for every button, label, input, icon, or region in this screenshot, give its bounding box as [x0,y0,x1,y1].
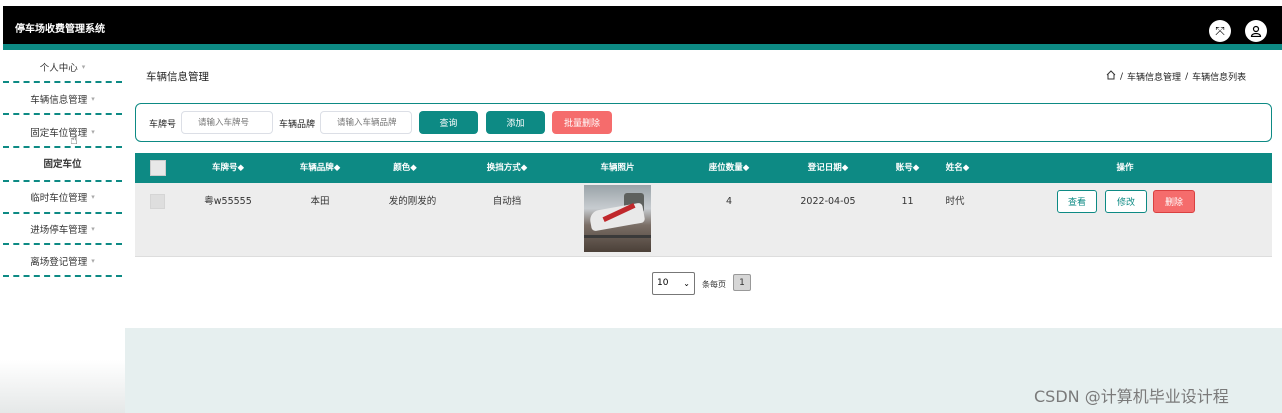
user-icon[interactable] [1245,20,1267,42]
breadcrumb: / 车辆信息管理 / 车辆信息列表 [1106,70,1246,83]
sidebar-item-entry-parking[interactable]: 进场停车管理 ▾ [3,214,122,245]
column-header-account[interactable]: 账号◆ [885,153,930,183]
sidebar-item-vehicle-info[interactable]: 车辆信息管理 ▾ [3,84,122,115]
breadcrumb-separator: / [1120,71,1124,82]
page-number-button[interactable]: 1 [733,274,751,291]
vehicle-table: 车牌号◆ 车辆品牌◆ 颜色◆ 换挡方式◆ 车辆照片 座位数量◆ 登记日期◆ 账号… [135,153,1272,257]
table-header: 车牌号◆ 车辆品牌◆ 颜色◆ 换挡方式◆ 车辆照片 座位数量◆ 登记日期◆ 账号… [135,153,1272,183]
view-button[interactable]: 查看 [1057,190,1097,213]
batch-delete-button[interactable]: 批量删除 [552,111,612,134]
home-icon[interactable] [1106,70,1116,83]
sidebar-item-label: 临时车位管理 [30,193,88,204]
edit-button[interactable]: 修改 [1105,190,1147,213]
sidebar-item-label: 固定车位管理 [30,127,88,139]
sidebar-item-label: 个人中心 [39,62,78,74]
per-page-label: 条每页 [702,280,726,289]
chevron-down-icon: ▾ [91,193,95,201]
column-header-plate[interactable]: 车牌号◆ [193,153,263,183]
add-button[interactable]: 添加 [486,111,545,134]
search-panel: 车牌号 车辆品牌 查询 添加 批量删除 [135,103,1272,142]
cell-account: 11 [901,196,914,207]
cell-date: 2022-04-05 [800,196,856,207]
cell-gear: 自动挡 [492,196,522,207]
chevron-down-icon: ⌄ [683,279,690,288]
sidebar-item-personal-center[interactable]: 个人中心 ▾ [3,52,122,83]
chevron-down-icon: ▾ [91,94,95,103]
sidebar-subitem-fixed-space[interactable]: 固定车位 [3,149,122,177]
chevron-down-icon: ▾ [81,62,86,71]
chevron-down-icon: ▾ [91,224,95,233]
column-header-color[interactable]: 颜色◆ [375,153,435,183]
query-button[interactable]: 查询 [419,111,478,134]
cell-name: 时代 [945,196,965,207]
sidebar-item-label: 进场停车管理 [30,224,88,236]
chevron-down-icon: ▾ [91,127,95,136]
sidebar-item-exit-registration[interactable]: 离场登记管理 ▾ [3,246,122,277]
photo-train [588,202,646,232]
sidebar-fade [0,360,125,413]
app-title: 停车场收费管理系统 [15,24,105,35]
column-header-actions: 操作 [1116,163,1134,173]
brand-search-input[interactable] [320,111,412,134]
cell-brand: 本田 [310,196,330,207]
plate-search-input[interactable] [181,111,273,134]
watermark: CSDN @计算机毕业设计程 [1034,387,1229,406]
photo-rail [584,235,651,238]
column-header-name[interactable]: 姓名◆ [935,153,980,183]
breadcrumb-separator: / [1185,71,1189,82]
column-header-seats[interactable]: 座位数量◆ [689,153,769,183]
page-title: 车辆信息管理 [146,71,209,83]
top-header: 停车场收费管理系统 [3,6,1282,45]
table-row: 粤w55555 本田 发的刚发的 自动挡 4 2022-04-05 11 时代 … [135,183,1272,257]
expand-icon[interactable]: ⤧ [1209,20,1231,42]
cell-seats: 4 [725,196,733,207]
page-size-select[interactable]: 10 ⌄ [652,272,695,295]
cell-plate: 粤w55555 [204,196,252,207]
sidebar-item-fixed-space-management[interactable]: 固定车位管理 ▾ [3,117,122,148]
cell-color: 发的刚发的 [388,196,437,207]
vehicle-photo [584,185,651,252]
page-size-value: 10 [657,278,669,288]
column-header-brand[interactable]: 车辆品牌◆ [285,153,355,183]
column-header-gear[interactable]: 换挡方式◆ [467,153,547,183]
chevron-down-icon: ▾ [91,256,95,265]
mouse-pointer-icon: ☝ [70,133,78,148]
sidebar-item-label: 固定车位 [43,159,82,170]
select-all-checkbox[interactable] [150,160,166,176]
breadcrumb-level2: 车辆信息列表 [1192,73,1247,83]
plate-label: 车牌号 [149,120,177,130]
breadcrumb-level1[interactable]: 车辆信息管理 [1127,70,1181,83]
column-header-photo: 车辆照片 [600,163,635,173]
sidebar-item-label: 车辆信息管理 [30,94,88,106]
row-checkbox[interactable] [150,194,165,209]
brand-label: 车辆品牌 [279,120,316,130]
delete-button[interactable]: 删除 [1153,190,1195,213]
column-header-date[interactable]: 登记日期◆ [788,153,868,183]
sidebar-item-temporary-space[interactable]: 临时车位管理 ▾ [3,180,122,214]
sidebar-item-label: 离场登记管理 [30,256,88,268]
